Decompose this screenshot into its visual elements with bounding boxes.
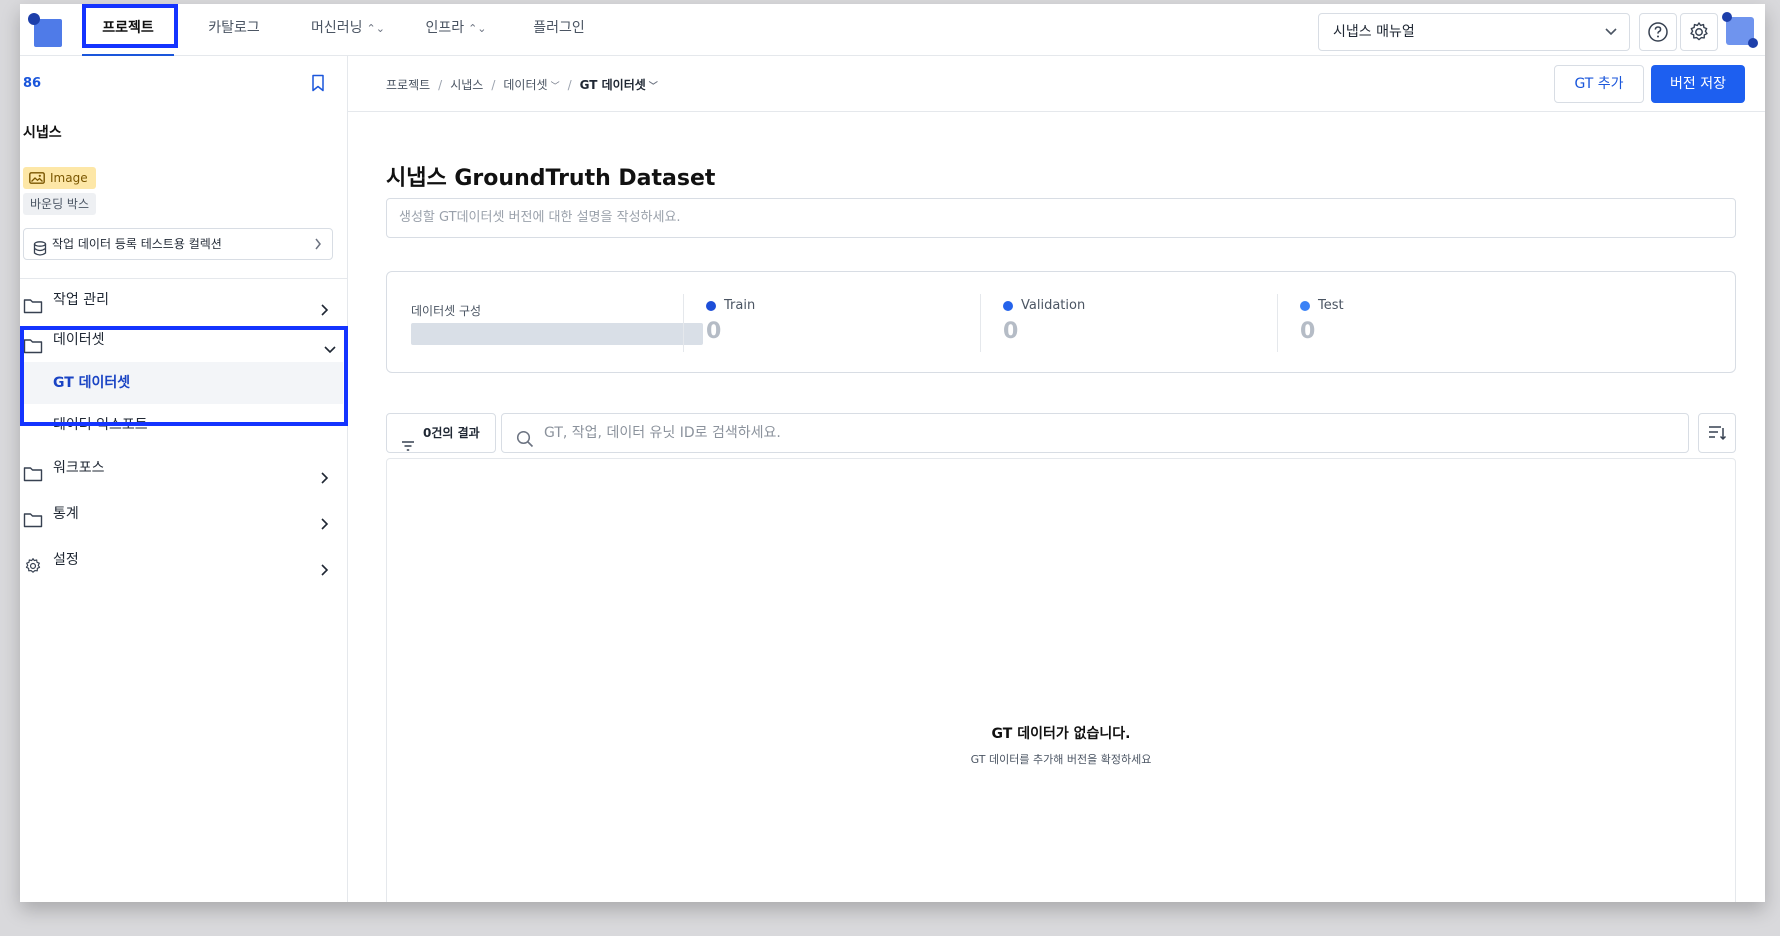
sidebar-item-workforce[interactable]: 워크포스 (23, 448, 333, 488)
stat-validation: Validation 0 (980, 294, 1085, 352)
help-button[interactable] (1639, 13, 1677, 51)
sidebar-item-task-management[interactable]: 작업 관리 (23, 280, 333, 320)
app-window: 프로젝트 카탈로그 머신러닝 ⌃⌄ 인프라 ⌃⌄ 플러그인 시냅스 매뉴얼 86… (20, 4, 1765, 902)
search-input[interactable]: GT, 작업, 데이터 유닛 ID로 검색하세요. (501, 413, 1689, 453)
user-avatar[interactable] (1722, 12, 1760, 50)
test-dot-icon (1300, 300, 1310, 311)
project-name: 시냅스 (23, 125, 62, 141)
caret-updown-icon: ⌃⌄ (366, 22, 385, 35)
train-dot-icon (706, 300, 716, 311)
breadcrumb-item-projects[interactable]: 프로젝트 (386, 76, 430, 93)
add-gt-button[interactable]: GT 추가 (1554, 65, 1644, 103)
manual-select[interactable]: 시냅스 매뉴얼 (1318, 13, 1630, 51)
database-icon (33, 237, 47, 267)
empty-state-title: GT 데이터가 없습니다. (991, 726, 1131, 742)
breadcrumb-item-synapse[interactable]: 시냅스 (450, 76, 483, 93)
caret-updown-icon: ⌃⌄ (468, 22, 487, 35)
gear-icon (23, 551, 43, 591)
main-content: 프로젝트 / 시냅스 / 데이터셋 ﹀ / GT 데이터셋 ﹀ GT 추가 버전 저… (348, 56, 1765, 902)
sidebar-item-settings[interactable]: 설정 (23, 540, 333, 580)
annotation-type-badge: 바운딩 박스 (23, 193, 97, 215)
nav-tab-projects[interactable]: 프로젝트 (82, 4, 174, 56)
gear-icon (1690, 22, 1708, 41)
dataset-composition-card: 데이터셋 구성 Train 0 Validation 0 Test 0 (386, 271, 1736, 373)
breadcrumb-bar: 프로젝트 / 시냅스 / 데이터셋 ﹀ / GT 데이터셋 ﹀ GT 추가 버전 저… (348, 56, 1765, 112)
settings-button[interactable] (1680, 13, 1718, 51)
sidebar-item-dataset[interactable]: 데이터셋 (23, 320, 336, 360)
composition-label: 데이터셋 구성 (411, 304, 482, 318)
sidebar-subitem-gt-dataset[interactable]: GT 데이터셋 (23, 362, 343, 404)
folder-icon (23, 459, 43, 499)
composition-bar (411, 323, 703, 345)
data-type-badge: Image (23, 167, 96, 189)
sidebar: 86 시냅스 Image 바운딩 박스 작업 데이터 등록 테스트용 컬렉션 작… (20, 56, 348, 902)
sidebar-subitem-data-export[interactable]: 데이터 익스포트 (23, 404, 343, 446)
nav-tab-catalog[interactable]: 카탈로그 (198, 4, 270, 56)
empty-state-subtitle: GT 데이터를 추가해 버전을 확정하세요 (970, 753, 1152, 766)
collection-button[interactable]: 작업 데이터 등록 테스트용 컬렉션 (23, 228, 333, 260)
breadcrumb: 프로젝트 / 시냅스 / 데이터셋 ﹀ / GT 데이터셋 ﹀ (386, 76, 658, 93)
sidebar-item-stats[interactable]: 통계 (23, 494, 333, 534)
sort-icon (1709, 426, 1727, 441)
nav-tab-infra[interactable]: 인프라 ⌃⌄ (420, 4, 492, 56)
breadcrumb-item-dataset[interactable]: 데이터셋 ﹀ (503, 76, 559, 93)
bookmark-icon[interactable] (310, 74, 326, 96)
chevron-down-icon: ﹀ (550, 82, 560, 92)
save-version-button[interactable]: 버전 저장 (1651, 65, 1745, 103)
filter-button[interactable]: 0건의 결과 (386, 413, 496, 453)
chevron-right-icon (319, 553, 329, 593)
project-id: 86 (23, 76, 42, 91)
stat-test: Test 0 (1277, 294, 1344, 352)
help-icon (1648, 22, 1668, 42)
stat-train: Train 0 (683, 294, 755, 352)
description-input[interactable]: 생성할 GT데이터셋 버전에 대한 설명을 작성하세요. (386, 198, 1736, 238)
folder-icon (23, 505, 43, 545)
sort-button[interactable] (1698, 413, 1736, 453)
breadcrumb-item-gt-dataset[interactable]: GT 데이터셋 ﹀ (580, 76, 658, 93)
chevron-right-icon (314, 229, 322, 270)
gt-data-list-panel: GT 데이터가 없습니다. GT 데이터를 추가해 버전을 확정하세요 (386, 458, 1736, 902)
app-logo[interactable] (28, 13, 66, 51)
validation-dot-icon (1003, 300, 1013, 311)
top-navigation: 프로젝트 카탈로그 머신러닝 ⌃⌄ 인프라 ⌃⌄ 플러그인 시냅스 매뉴얼 (20, 4, 1765, 56)
nav-tab-machine-learning[interactable]: 머신러닝 ⌃⌄ (302, 4, 394, 56)
nav-tab-plugins[interactable]: 플러그인 (520, 4, 598, 56)
page-title: 시냅스 GroundTruth Dataset (386, 166, 716, 191)
sidebar-divider (20, 278, 347, 279)
image-icon (29, 172, 45, 184)
chevron-down-icon: ﹀ (648, 82, 658, 92)
